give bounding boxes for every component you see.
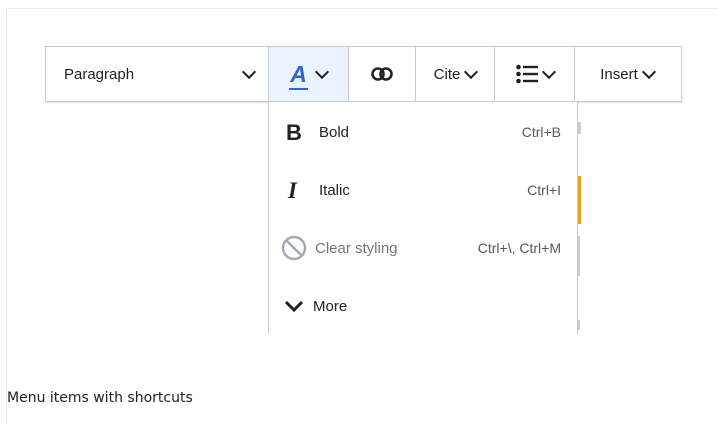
menu-item-label: Bold xyxy=(319,123,350,141)
italic-icon: I xyxy=(269,179,319,201)
chevron-down-icon xyxy=(241,64,257,79)
clear-styling-icon xyxy=(269,235,319,261)
list-dropdown[interactable] xyxy=(495,47,575,101)
chevron-down-icon xyxy=(641,64,656,79)
insert-dropdown[interactable]: Insert xyxy=(575,47,679,101)
menu-item-label: Clear styling xyxy=(315,239,398,257)
text-style-dropdown[interactable]: A xyxy=(269,47,349,101)
menu-item-more[interactable]: More xyxy=(269,278,577,334)
chevron-down-icon xyxy=(314,64,329,79)
chevron-down-icon xyxy=(464,64,479,79)
menu-item-label: More xyxy=(313,297,348,315)
bullet-list-icon xyxy=(515,64,538,84)
shortcut-text: Ctrl+\, Ctrl+M xyxy=(477,240,561,256)
bold-icon: B xyxy=(269,121,319,143)
divider xyxy=(578,236,580,276)
menu-item-label: Italic xyxy=(319,181,350,199)
divider xyxy=(578,320,580,330)
chevron-down-icon xyxy=(269,299,319,313)
paragraph-format-dropdown[interactable]: Paragraph xyxy=(46,47,269,101)
cite-label: Cite xyxy=(433,65,461,83)
link-icon xyxy=(371,67,393,81)
shortcut-text: Ctrl+I xyxy=(527,182,561,198)
editor-toolbar: Paragraph A Cite Insert xyxy=(45,46,682,102)
menu-item-bold[interactable]: B Bold Ctrl+B xyxy=(269,104,577,160)
chevron-down-icon xyxy=(541,64,556,79)
menu-item-clear-styling[interactable]: Clear styling Ctrl+\, Ctrl+M xyxy=(269,220,577,276)
menu-item-italic[interactable]: I Italic Ctrl+I xyxy=(269,162,577,218)
shortcut-text: Ctrl+B xyxy=(521,124,561,140)
text-style-menu: B Bold Ctrl+B I Italic Ctrl+I Clear styl… xyxy=(268,102,578,334)
cite-dropdown[interactable]: Cite xyxy=(416,47,495,101)
link-button[interactable] xyxy=(349,47,416,101)
insert-label: Insert xyxy=(600,65,638,83)
svg-text:B: B xyxy=(286,121,302,143)
paragraph-format-label: Paragraph xyxy=(64,65,135,83)
text-style-icon: A xyxy=(289,60,308,90)
svg-text:I: I xyxy=(287,179,298,201)
divider xyxy=(578,122,581,134)
figure-caption: Menu items with shortcuts xyxy=(7,390,193,406)
